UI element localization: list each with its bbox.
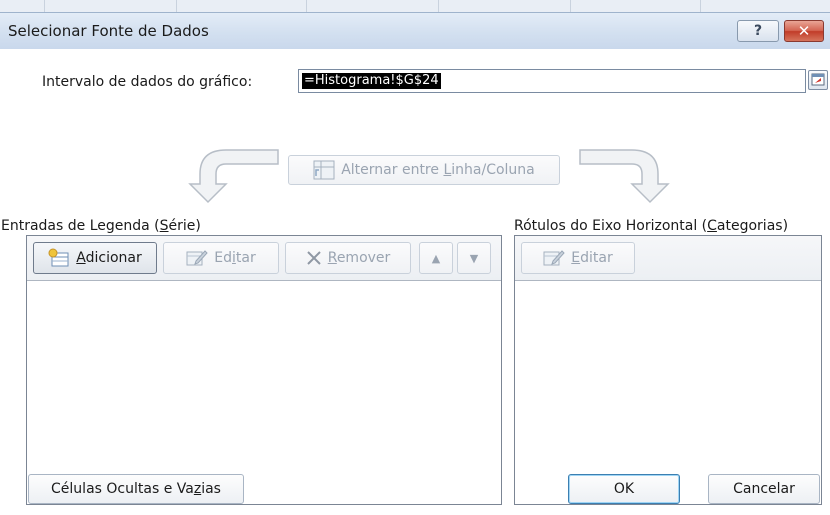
collapse-dialog-button[interactable]: [808, 70, 828, 90]
right-curved-arrow-icon: [579, 149, 670, 204]
remove-x-icon: [306, 250, 322, 266]
column-divider: [438, 0, 439, 12]
move-up-button[interactable]: ▲: [419, 242, 453, 274]
legend-series-panel: Adicionar Editar Remover ▲ ▼: [26, 235, 502, 505]
switch-row-column-button[interactable]: Alternar entre Linha/Coluna: [288, 155, 560, 185]
legend-entries-label: Entradas de Legenda (Série): [1, 218, 201, 234]
chart-data-range-value: =Histograma!$G$24: [302, 73, 441, 89]
column-divider: [570, 0, 571, 12]
add-series-icon: [48, 248, 70, 268]
switch-rows-columns-icon: [313, 160, 335, 180]
categories-panel: Editar: [514, 235, 822, 505]
column-divider: [44, 0, 45, 12]
cancel-button[interactable]: Cancelar: [708, 474, 820, 504]
dialog-titlebar[interactable]: Selecionar Fonte de Dados ? ✕: [0, 12, 830, 50]
column-divider: [176, 0, 177, 12]
column-divider: [700, 0, 701, 12]
left-curved-arrow-icon: [188, 149, 279, 204]
arrow-up-icon: ▲: [431, 251, 441, 265]
help-icon: ?: [753, 23, 763, 39]
legend-toolbar: Adicionar Editar Remover ▲ ▼: [27, 236, 501, 281]
select-data-source-dialog: Intervalo de dados do gráfico: =Histogra…: [0, 49, 830, 515]
chart-data-range-input[interactable]: =Histograma!$G$24: [298, 69, 806, 93]
hidden-empty-cells-button[interactable]: Células Ocultas e Vazias: [28, 474, 244, 504]
edit-series-button[interactable]: Editar: [163, 242, 279, 274]
chart-data-range-label: Intervalo de dados do gráfico:: [42, 74, 253, 90]
arrow-down-icon: ▼: [469, 251, 479, 265]
horizontal-axis-labels-label: Rótulos do Eixo Horizontal (Categorias): [514, 218, 789, 234]
add-series-button[interactable]: Adicionar: [33, 242, 157, 274]
edit-pencil-icon: [186, 249, 208, 267]
close-icon: ✕: [797, 22, 811, 40]
dialog-title: Selecionar Fonte de Dados: [8, 22, 209, 40]
edit-pencil-icon: [543, 249, 565, 267]
edit-categories-button[interactable]: Editar: [521, 242, 635, 274]
close-button[interactable]: ✕: [784, 20, 824, 42]
move-down-button[interactable]: ▼: [457, 242, 491, 274]
help-button[interactable]: ?: [737, 20, 779, 42]
ok-button[interactable]: OK: [568, 474, 680, 504]
categories-toolbar: Editar: [515, 236, 821, 281]
remove-series-button[interactable]: Remover: [285, 242, 411, 274]
collapse-dialog-icon: [811, 73, 825, 86]
column-divider: [306, 0, 307, 12]
